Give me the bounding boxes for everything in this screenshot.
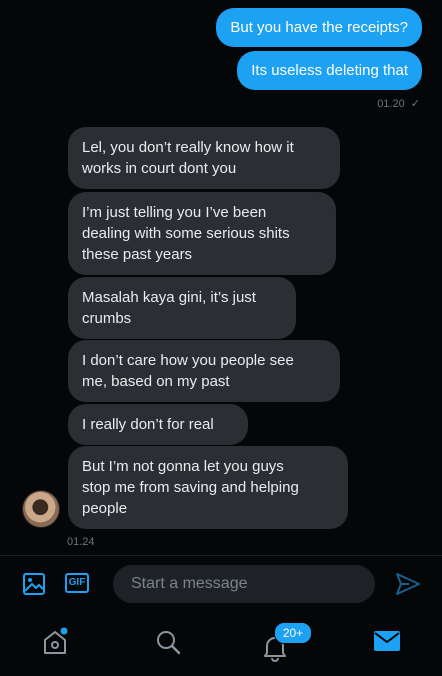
notifications-badge: 20+: [274, 622, 312, 644]
received-message[interactable]: But I’m not gonna let you guys stop me f…: [68, 446, 348, 529]
received-timestamp: 01.24: [67, 536, 95, 548]
send-icon[interactable]: [395, 572, 421, 596]
mail-icon[interactable]: [372, 629, 402, 655]
received-message[interactable]: Masalah kaya gini, it’s just crumbs: [68, 277, 296, 339]
received-message[interactable]: Lel, you don’t really know how it works …: [68, 127, 340, 189]
conversation-area: But you have the receipts? Its useless d…: [0, 0, 442, 555]
gif-button[interactable]: GIF: [65, 573, 89, 593]
image-icon[interactable]: [22, 572, 46, 596]
received-message[interactable]: I don’t care how you people see me, base…: [68, 340, 340, 402]
sent-message[interactable]: But you have the receipts?: [216, 8, 422, 47]
bottom-tab-bar: [0, 613, 442, 676]
avatar[interactable]: [22, 490, 60, 528]
message-input[interactable]: Start a message: [113, 565, 375, 603]
received-message[interactable]: I’m just telling you I’ve been dealing w…: [68, 192, 336, 275]
home-icon[interactable]: [40, 627, 70, 657]
sent-timestamp: 01.20 ✓: [377, 97, 420, 110]
sent-message[interactable]: Its useless deleting that: [237, 51, 422, 90]
search-icon[interactable]: [153, 627, 183, 657]
read-check-icon: ✓: [410, 98, 420, 110]
received-message[interactable]: I really don’t for real: [68, 404, 248, 445]
sent-time-text: 01.20: [377, 98, 405, 110]
